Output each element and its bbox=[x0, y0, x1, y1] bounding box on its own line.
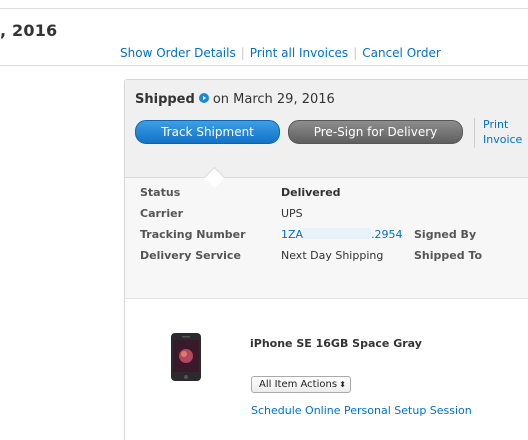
iphone-se-image bbox=[171, 333, 201, 381]
header-divider bbox=[474, 118, 475, 148]
status-value: Delivered bbox=[281, 186, 341, 199]
shipment-panel: Shipped on March 29, 2016 Track Shipment … bbox=[124, 79, 528, 440]
top-divider bbox=[0, 8, 528, 9]
shipped-to-label: Shipped To bbox=[414, 249, 483, 262]
cancel-order-link[interactable]: Cancel Order bbox=[362, 46, 441, 60]
print-invoice-line-1: Print bbox=[483, 118, 509, 131]
show-order-details-link[interactable]: Show Order Details bbox=[120, 46, 236, 60]
shipment-date: on March 29, 2016 bbox=[212, 92, 335, 107]
order-date-heading: , 2016 bbox=[0, 21, 58, 40]
delivery-service-label: Delivery Service bbox=[140, 249, 241, 262]
signed-by-label: Signed By bbox=[414, 228, 477, 241]
updown-arrows-icon: ⬍ bbox=[339, 380, 346, 389]
link-separator: | bbox=[353, 46, 358, 60]
item-actions-label: All Item Actions bbox=[259, 379, 338, 390]
pre-sign-delivery-button[interactable]: Pre-Sign for Delivery bbox=[288, 120, 463, 144]
print-invoice-line-2: Invoice bbox=[483, 133, 523, 146]
product-name: iPhone SE 16GB Space Gray bbox=[250, 337, 422, 350]
tracking-prefix: 1ZA bbox=[281, 228, 304, 241]
schedule-setup-link[interactable]: Schedule Online Personal Setup Session bbox=[251, 404, 472, 417]
print-all-invoices-link[interactable]: Print all Invoices bbox=[250, 46, 348, 60]
info-arrow-icon[interactable] bbox=[198, 93, 209, 103]
carrier-label: Carrier bbox=[140, 207, 184, 220]
tracking-number-link[interactable]: 1ZA .2954 bbox=[281, 228, 403, 241]
shipment-details: Status Delivered Carrier UPS Tracking Nu… bbox=[125, 178, 528, 299]
order-links-bar: Show Order Details | Print all Invoices | Ca… bbox=[120, 46, 441, 60]
print-invoice-link[interactable]: Print Invoice bbox=[483, 117, 522, 147]
item-actions-select[interactable]: All Item Actions ⬍ bbox=[251, 376, 351, 393]
tracking-number-label: Tracking Number bbox=[140, 228, 246, 241]
carrier-value: UPS bbox=[281, 207, 303, 220]
delivery-service-value: Next Day Shipping bbox=[281, 249, 384, 262]
section-divider bbox=[0, 65, 528, 66]
shipment-status: Shipped bbox=[135, 92, 195, 107]
tracking-suffix: .2954 bbox=[371, 228, 403, 241]
tracking-redacted bbox=[303, 228, 372, 239]
shipment-status-line: Shipped on March 29, 2016 bbox=[135, 92, 335, 107]
status-label: Status bbox=[140, 186, 181, 199]
link-separator: | bbox=[240, 46, 245, 60]
track-shipment-button[interactable]: Track Shipment bbox=[135, 120, 280, 144]
shipment-header: Shipped on March 29, 2016 Track Shipment … bbox=[125, 80, 528, 178]
